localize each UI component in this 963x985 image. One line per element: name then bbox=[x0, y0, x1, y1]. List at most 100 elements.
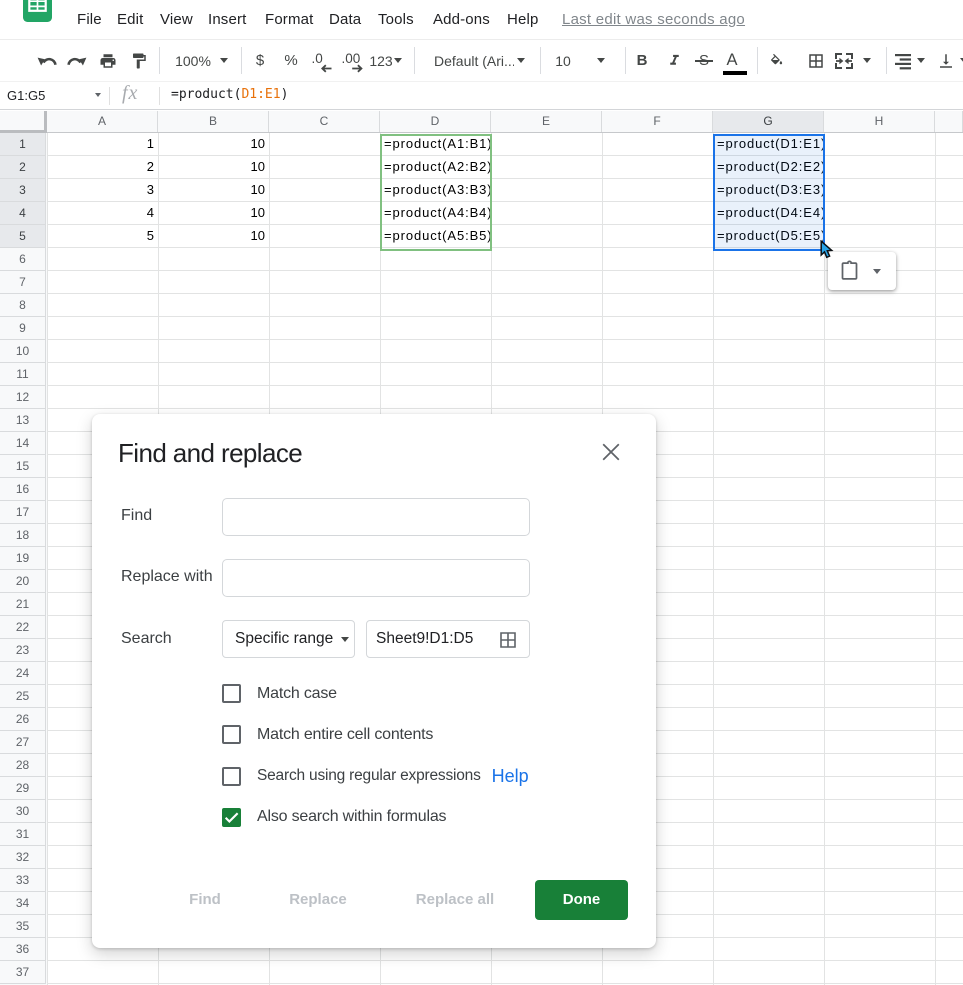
vertical-align-button[interactable] bbox=[934, 40, 958, 81]
row-header-8[interactable]: 8 bbox=[0, 294, 46, 317]
cell-B4[interactable]: 10 bbox=[162, 202, 265, 224]
row-header-17[interactable]: 17 bbox=[0, 501, 46, 524]
row-header-33[interactable]: 33 bbox=[0, 869, 46, 892]
currency-button[interactable]: $ bbox=[252, 40, 268, 81]
row-header-7[interactable]: 7 bbox=[0, 271, 46, 294]
row-header-10[interactable]: 10 bbox=[0, 340, 46, 363]
redo-icon[interactable] bbox=[65, 40, 89, 81]
zoom-caret-icon[interactable] bbox=[219, 40, 229, 81]
find-button[interactable]: Find bbox=[182, 880, 228, 920]
cell-A4[interactable]: 4 bbox=[51, 202, 154, 224]
column-header-partial[interactable] bbox=[935, 111, 963, 132]
formula-input[interactable]: =product(D1:E1) bbox=[171, 82, 288, 110]
row-header-14[interactable]: 14 bbox=[0, 432, 46, 455]
column-header-E[interactable]: E bbox=[491, 111, 602, 132]
column-header-D[interactable]: D bbox=[380, 111, 491, 132]
row-header-23[interactable]: 23 bbox=[0, 639, 46, 662]
find-input[interactable] bbox=[222, 498, 530, 536]
merge-caret-icon[interactable] bbox=[862, 40, 872, 81]
print-icon[interactable] bbox=[96, 40, 120, 81]
cell-B1[interactable]: 10 bbox=[162, 133, 265, 155]
range-input[interactable]: Sheet9!D1:D5 bbox=[366, 620, 530, 658]
undo-icon[interactable] bbox=[35, 40, 59, 81]
name-box[interactable]: G1:G5 bbox=[7, 82, 45, 110]
cell-A5[interactable]: 5 bbox=[51, 225, 154, 247]
column-header-F[interactable]: F bbox=[602, 111, 713, 132]
menu-format[interactable]: Format bbox=[265, 0, 313, 39]
strikethrough-button[interactable]: S bbox=[695, 40, 713, 81]
menu-edit[interactable]: Edit bbox=[117, 0, 143, 39]
checkbox-icon[interactable] bbox=[222, 766, 241, 786]
sheets-logo-icon[interactable] bbox=[23, 0, 52, 22]
last-edit-status[interactable]: Last edit was seconds ago bbox=[562, 0, 745, 39]
row-header-31[interactable]: 31 bbox=[0, 823, 46, 846]
row-header-22[interactable]: 22 bbox=[0, 616, 46, 639]
column-header-G[interactable]: G bbox=[713, 111, 824, 132]
row-header-30[interactable]: 30 bbox=[0, 800, 46, 823]
name-box-caret-icon[interactable] bbox=[95, 93, 101, 97]
row-header-12[interactable]: 12 bbox=[0, 386, 46, 409]
row-header-15[interactable]: 15 bbox=[0, 455, 46, 478]
font-select[interactable]: Default (Ari... bbox=[434, 40, 514, 81]
cell-B5[interactable]: 10 bbox=[162, 225, 265, 247]
menu-addons[interactable]: Add-ons bbox=[433, 0, 490, 39]
row-header-20[interactable]: 20 bbox=[0, 570, 46, 593]
done-button[interactable]: Done bbox=[535, 880, 628, 920]
font-size-select[interactable]: 10 bbox=[553, 40, 573, 81]
column-header-A[interactable]: A bbox=[47, 111, 158, 132]
menu-file[interactable]: File bbox=[77, 0, 102, 39]
font-caret-icon[interactable] bbox=[516, 40, 526, 81]
menu-tools[interactable]: Tools bbox=[378, 0, 414, 39]
row-header-28[interactable]: 28 bbox=[0, 754, 46, 777]
column-header-B[interactable]: B bbox=[158, 111, 269, 132]
checkbox-icon[interactable] bbox=[222, 684, 241, 703]
column-header-C[interactable]: C bbox=[269, 111, 380, 132]
row-header-21[interactable]: 21 bbox=[0, 593, 46, 616]
row-header-34[interactable]: 34 bbox=[0, 892, 46, 915]
font-size-caret-icon[interactable] bbox=[596, 40, 606, 81]
select-range-icon[interactable] bbox=[499, 631, 517, 649]
row-header-9[interactable]: 9 bbox=[0, 317, 46, 340]
close-icon[interactable] bbox=[599, 440, 623, 464]
replace-input[interactable] bbox=[222, 559, 530, 597]
row-header-37[interactable]: 37 bbox=[0, 961, 46, 984]
menu-insert[interactable]: Insert bbox=[208, 0, 246, 39]
paste-options-button[interactable] bbox=[828, 252, 896, 290]
borders-button[interactable] bbox=[804, 40, 828, 81]
row-header-25[interactable]: 25 bbox=[0, 685, 46, 708]
row-header-19[interactable]: 19 bbox=[0, 547, 46, 570]
cell-A3[interactable]: 3 bbox=[51, 179, 154, 201]
row-header-6[interactable]: 6 bbox=[0, 248, 46, 271]
horizontal-align-button[interactable] bbox=[891, 40, 915, 81]
row-header-2[interactable]: 2 bbox=[0, 156, 46, 179]
row-header-18[interactable]: 18 bbox=[0, 524, 46, 547]
row-header-32[interactable]: 32 bbox=[0, 846, 46, 869]
italic-button[interactable] bbox=[666, 40, 683, 81]
cell-B2[interactable]: 10 bbox=[162, 156, 265, 178]
row-header-35[interactable]: 35 bbox=[0, 915, 46, 938]
column-header-H[interactable]: H bbox=[824, 111, 935, 132]
row-header-4[interactable]: 4 bbox=[0, 202, 46, 225]
cell-B3[interactable]: 10 bbox=[162, 179, 265, 201]
cell-A2[interactable]: 2 bbox=[51, 156, 154, 178]
menu-view[interactable]: View bbox=[160, 0, 193, 39]
row-header-16[interactable]: 16 bbox=[0, 478, 46, 501]
checkbox-checked-icon[interactable] bbox=[222, 807, 241, 827]
help-link[interactable]: Help bbox=[492, 766, 529, 787]
select-all-corner[interactable] bbox=[0, 111, 47, 133]
menu-help[interactable]: Help bbox=[507, 0, 538, 39]
row-header-27[interactable]: 27 bbox=[0, 731, 46, 754]
cell-A1[interactable]: 1 bbox=[51, 133, 154, 155]
paint-format-icon[interactable] bbox=[127, 40, 151, 81]
replace-button[interactable]: Replace bbox=[280, 880, 356, 920]
row-header-3[interactable]: 3 bbox=[0, 179, 46, 202]
more-formats-caret-icon[interactable] bbox=[393, 40, 403, 81]
menu-data[interactable]: Data bbox=[329, 0, 361, 39]
row-header-13[interactable]: 13 bbox=[0, 409, 46, 432]
replace-all-button[interactable]: Replace all bbox=[405, 880, 505, 920]
fill-color-button[interactable] bbox=[765, 40, 789, 81]
vertical-align-caret-icon[interactable] bbox=[959, 40, 963, 81]
increase-decimal-button[interactable]: .00 bbox=[336, 40, 366, 81]
zoom-select[interactable]: 100% bbox=[173, 40, 213, 81]
row-header-5[interactable]: 5 bbox=[0, 225, 46, 248]
